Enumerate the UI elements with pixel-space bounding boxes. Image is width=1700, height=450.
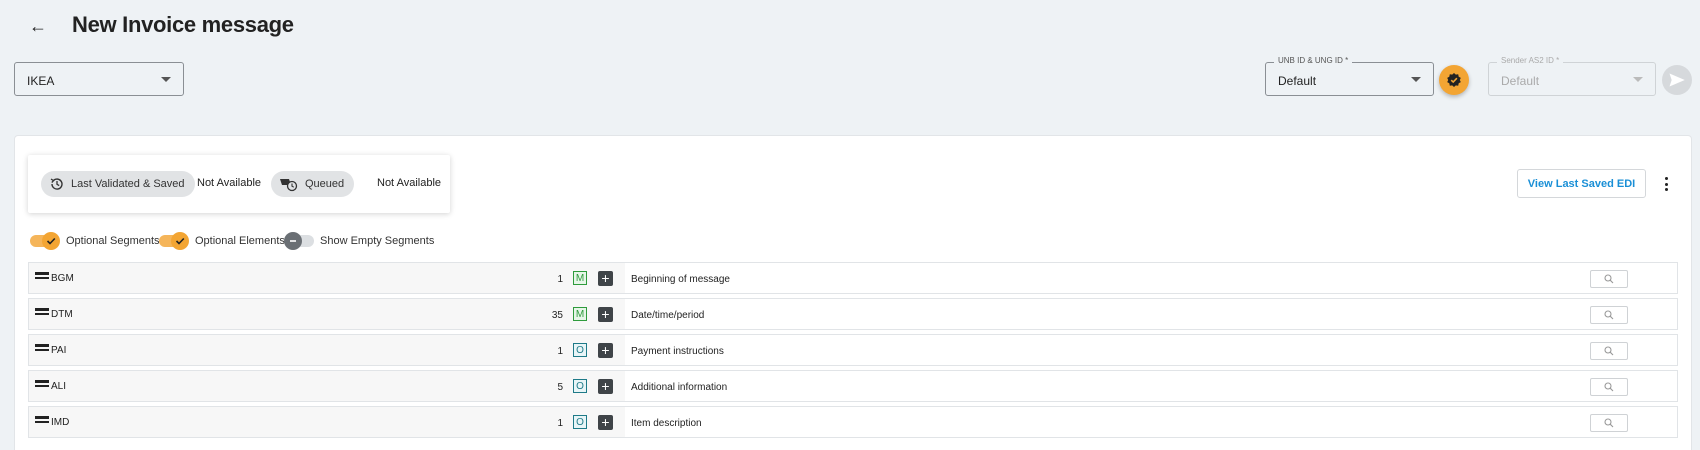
segment-code: ALI xyxy=(51,381,67,392)
add-segment-button[interactable]: + xyxy=(598,379,613,394)
toggle-switch xyxy=(159,232,189,250)
toggle-switch xyxy=(30,232,60,250)
last-validated-chip: Last Validated & Saved xyxy=(41,171,195,197)
check-icon xyxy=(42,232,60,250)
segment-row: IMD 1 O + Item description xyxy=(28,406,1678,438)
segment-count: 1 xyxy=(557,418,563,429)
segment-code: IMD xyxy=(51,417,70,428)
sender-as2-label: Sender AS2 ID * xyxy=(1497,56,1564,65)
toggle-switch xyxy=(284,232,314,250)
verified-badge-icon xyxy=(1447,73,1461,87)
segment-lines-icon xyxy=(35,416,49,426)
toggle-label: Optional Segments xyxy=(66,235,160,247)
search-button[interactable] xyxy=(1590,270,1628,288)
segment-lines-icon xyxy=(35,344,49,354)
last-validated-value: Not Available xyxy=(197,177,262,189)
segment-description: Item description xyxy=(631,418,702,429)
segment-code: DTM xyxy=(51,309,73,320)
search-button[interactable] xyxy=(1590,306,1628,324)
toggle-show-empty-segments[interactable]: Show Empty Segments xyxy=(284,232,435,250)
segment-status-badge: M xyxy=(573,307,587,321)
segment-description: Date/time/period xyxy=(631,310,705,321)
queued-value: Not Available xyxy=(377,177,442,189)
segment-description: Beginning of message xyxy=(631,274,730,285)
segment-row: BGM 1 M + Beginning of message xyxy=(28,262,1678,294)
sender-as2-select[interactable]: Sender AS2 ID * Default xyxy=(1488,56,1656,96)
add-segment-button[interactable]: + xyxy=(598,307,613,322)
status-panel: Last Validated & Saved Not Available Que… xyxy=(28,155,450,213)
segment-row: DTM 35 M + Date/time/period xyxy=(28,298,1678,330)
add-segment-button[interactable]: + xyxy=(598,343,613,358)
search-button[interactable] xyxy=(1590,378,1628,396)
add-segment-button[interactable]: + xyxy=(598,415,613,430)
search-icon xyxy=(1604,310,1614,320)
search-icon xyxy=(1604,274,1614,284)
segment-list: BGM 1 M + Beginning of message DTM 35 M … xyxy=(28,262,1678,442)
sender-as2-value: Default xyxy=(1501,74,1540,88)
segment-lines-icon xyxy=(35,308,49,318)
add-segment-button[interactable]: + xyxy=(598,271,613,286)
segment-description: Additional information xyxy=(631,382,728,393)
segment-lines-icon xyxy=(35,272,49,282)
unb-id-value: Default xyxy=(1278,74,1317,88)
segment-code: BGM xyxy=(51,273,74,284)
unb-id-label: UNB ID & UNG ID * xyxy=(1274,56,1353,65)
more-options-icon[interactable] xyxy=(1660,174,1672,194)
view-last-saved-edi-button[interactable]: View Last Saved EDI xyxy=(1517,169,1646,198)
minus-icon xyxy=(284,232,302,250)
search-button[interactable] xyxy=(1590,414,1628,432)
company-select[interactable]: IKEA xyxy=(14,62,184,96)
chevron-down-icon xyxy=(161,77,171,82)
toggle-optional-elements[interactable]: Optional Elements xyxy=(159,232,285,250)
verify-badge-button[interactable] xyxy=(1439,65,1469,95)
queued-chip: Queued xyxy=(271,171,355,197)
segment-count: 35 xyxy=(551,310,563,321)
segment-count: 1 xyxy=(557,346,563,357)
segment-description: Payment instructions xyxy=(631,346,724,357)
back-arrow-icon[interactable]: ← xyxy=(28,16,48,36)
history-icon xyxy=(50,178,63,190)
segment-count: 1 xyxy=(557,274,563,285)
unb-id-select[interactable]: UNB ID & UNG ID * Default xyxy=(1265,56,1434,96)
chevron-down-icon xyxy=(1411,77,1421,82)
queued-label: Queued xyxy=(305,178,345,190)
chevron-down-icon xyxy=(1633,77,1643,82)
check-icon xyxy=(171,232,189,250)
segment-status-badge: O xyxy=(573,379,587,393)
search-button[interactable] xyxy=(1590,342,1628,360)
segment-count: 5 xyxy=(557,382,563,393)
search-icon xyxy=(1604,382,1614,392)
toggle-label: Optional Elements xyxy=(195,235,285,247)
segment-status-badge: O xyxy=(573,343,587,357)
page-title: New Invoice message xyxy=(72,12,294,37)
toggle-label: Show Empty Segments xyxy=(320,235,435,247)
company-select-value: IKEA xyxy=(27,74,55,88)
queued-truck-icon xyxy=(280,179,298,192)
segment-code: PAI xyxy=(51,345,67,356)
toggle-optional-segments[interactable]: Optional Segments xyxy=(30,232,160,250)
segment-status-badge: M xyxy=(573,271,587,285)
search-icon xyxy=(1604,346,1614,356)
segment-lines-icon xyxy=(35,380,49,390)
segment-row: PAI 1 O + Payment instructions xyxy=(28,334,1678,366)
send-button[interactable] xyxy=(1662,65,1692,95)
last-validated-label: Last Validated & Saved xyxy=(71,178,185,190)
segment-row: ALI 5 O + Additional information xyxy=(28,370,1678,402)
send-icon xyxy=(1669,73,1685,87)
segment-status-badge: O xyxy=(573,415,587,429)
search-icon xyxy=(1604,418,1614,428)
